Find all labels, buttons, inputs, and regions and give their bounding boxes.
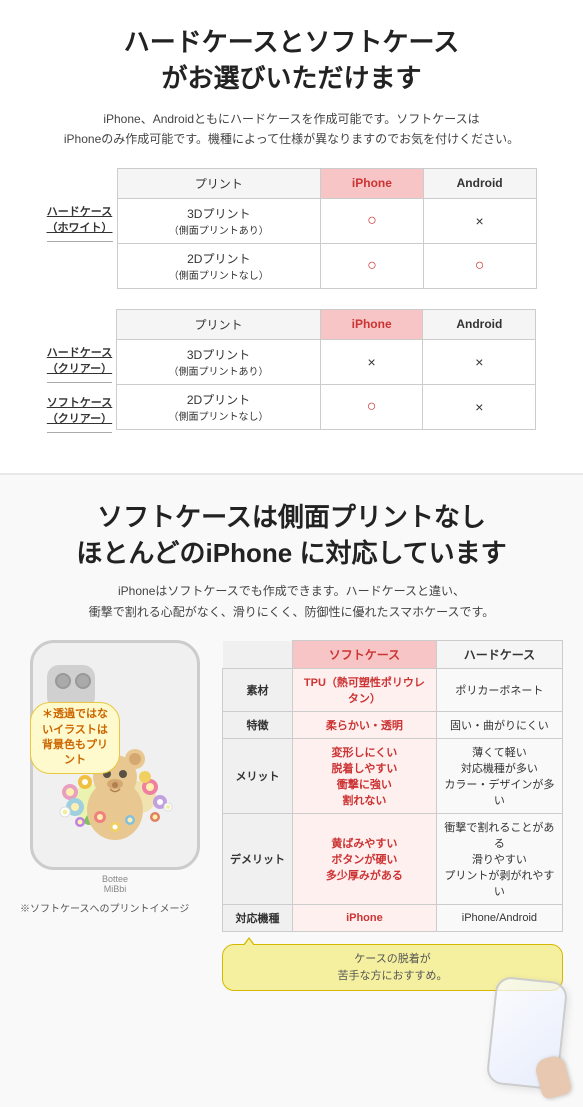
feature-row-compatible: 対応機種 iPhone iPhone/Android (223, 905, 563, 932)
hardcase-clear-label: ハードケース（クリアー） (47, 341, 112, 383)
table-row: 3Dプリント（側面プリントあり） ○ × (117, 198, 536, 243)
softcase-clear-label: ソフトケース（クリアー） (47, 391, 112, 433)
soft-material: TPU（熱可塑性ポリウレタン） (293, 669, 437, 712)
top-section: ハードケースとソフトケースがお選びいただけます iPhone、Androidとも… (0, 0, 583, 473)
camera-lens-2 (75, 673, 91, 689)
hard-feature: 固い・曲がりにくい (436, 712, 562, 739)
table1-wrapper: ハードケース（ホワイト） プリント iPhone Android 3Dプリント（… (20, 168, 563, 289)
subtitle-text: iPhone、Androidともにハードケースを作成可能です。ソフトケースはiP… (20, 109, 563, 150)
soft-merit: 変形しにくい脱着しやすい衝撃に強い割れない (293, 739, 437, 814)
feature-row-material: 素材 TPU（熱可塑性ポリウレタン） ポリカーボネート (223, 669, 563, 712)
soft-demerit: 黄ばみやすいボタンが硬い多少厚みがある (293, 814, 437, 905)
col-print: プリント (117, 309, 321, 339)
android-circle: ○ (423, 243, 536, 288)
print-type: 2Dプリント（側面プリントなし） (117, 243, 321, 288)
col-print: プリント (117, 168, 321, 198)
feature-table: ソフトケース ハードケース 素材 TPU（熱可塑性ポリウレタン） ポリカーボネー… (222, 640, 563, 932)
label-merit: メリット (223, 739, 293, 814)
table2-wrapper: ハードケース（クリアー） ソフトケース（クリアー） プリント iPhone An… (20, 309, 563, 433)
table1: プリント iPhone Android 3Dプリント（側面プリントあり） ○ ×… (117, 168, 537, 289)
right-content: ソフトケース ハードケース 素材 TPU（熱可塑性ポリウレタン） ポリカーボネー… (222, 640, 563, 1087)
phone-brand: BotteeMiBbi (20, 874, 210, 894)
label-feature: 特徴 (223, 712, 293, 739)
main-title: ハードケースとソフトケースがお選びいただけます (20, 24, 563, 97)
table2: プリント iPhone Android 3Dプリント（側面プリントあり） × ×… (116, 309, 536, 430)
hardcase-white-label: ハードケース（ホワイト） (47, 200, 113, 242)
iphone-circle: ○ (321, 243, 424, 288)
camera-lens-1 (55, 673, 71, 689)
label-material: 素材 (223, 669, 293, 712)
iphone-circle: ○ (321, 198, 424, 243)
print-type: 2Dプリント（側面プリントなし） (117, 384, 321, 429)
table-row: 2Dプリント（側面プリントなし） ○ × (117, 384, 536, 429)
iphone-circle: ○ (320, 384, 423, 429)
label-demerit: デメリット (223, 814, 293, 905)
phone-mockup-container: ＊透過ではないイラストは背景色もプリント BotteeMiBbi ※ソフトケース… (20, 640, 210, 915)
table2-side-labels: ハードケース（クリアー） ソフトケース（クリアー） (47, 309, 112, 433)
hard-case-header: ハードケース (436, 641, 562, 669)
bottom-content: ＊透過ではないイラストは背景色もプリント BotteeMiBbi ※ソフトケース… (20, 640, 563, 1087)
feature-row-feature: 特徴 柔らかい・透明 固い・曲がりにくい (223, 712, 563, 739)
android-cross: × (423, 384, 536, 429)
soft-case-header: ソフトケース (293, 641, 437, 669)
finger-hint (533, 1054, 572, 1100)
bottom-title: ソフトケースは側面プリントなしほとんどのiPhone に対応しています (20, 499, 563, 572)
android-cross: × (423, 198, 536, 243)
print-type: 3Dプリント（側面プリントあり） (117, 339, 321, 384)
col-iphone-2: iPhone (320, 309, 423, 339)
android-cross: × (423, 339, 536, 384)
label-compatible: 対応機種 (223, 905, 293, 932)
phone-note: ※ソフトケースへのプリントイメージ (20, 900, 210, 915)
hard-merit: 薄くて軽い対応機種が多いカラー・デザインが多い (436, 739, 562, 814)
feature-row-merit: メリット 変形しにくい脱着しやすい衝撃に強い割れない 薄くて軽い対応機種が多いカ… (223, 739, 563, 814)
col-iphone-1: iPhone (321, 168, 424, 198)
iphone-cross: × (320, 339, 423, 384)
bottom-section: ソフトケースは側面プリントなしほとんどのiPhone に対応しています iPho… (0, 475, 583, 1107)
soft-compatible: iPhone (293, 905, 437, 932)
hard-demerit: 衝撃で割れることがある滑りやすいプリントが剥がれやすい (436, 814, 562, 905)
table-row: 2Dプリント（側面プリントなし） ○ ○ (117, 243, 536, 288)
print-type: 3Dプリント（側面プリントあり） (117, 198, 321, 243)
hard-case-mockup (473, 967, 563, 1087)
transparent-label: ＊透過ではないイラストは背景色もプリント (30, 702, 120, 774)
table-row: 3Dプリント（側面プリントあり） × × (117, 339, 536, 384)
table1-side-label: ハードケース（ホワイト） (47, 168, 113, 242)
col-android-1: Android (423, 168, 536, 198)
soft-feature: 柔らかい・透明 (293, 712, 437, 739)
hard-material: ポリカーボネート (436, 669, 562, 712)
bottom-subtitle: iPhoneはソフトケースでも作成できます。ハードケースと違い、衝撃で割れる心配… (20, 581, 563, 622)
feature-row-demerit: デメリット 黄ばみやすいボタンが硬い多少厚みがある 衝撃で割れることがある滑りや… (223, 814, 563, 905)
hard-compatible: iPhone/Android (436, 905, 562, 932)
col-android-2: Android (423, 309, 536, 339)
